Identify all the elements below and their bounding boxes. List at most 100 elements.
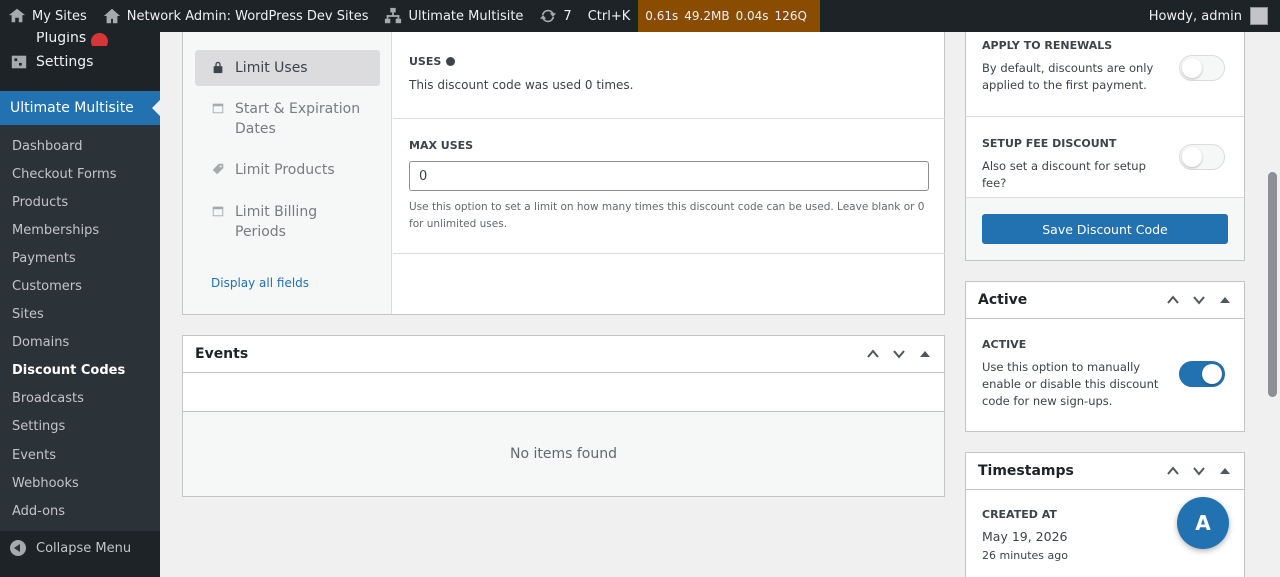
toggle-panel-icon[interactable] xyxy=(1212,287,1238,313)
sidebar-item-label: Plugins xyxy=(36,32,87,46)
discount-limits-panel: Limit Uses Start & Expiration Dates Limi… xyxy=(182,32,945,315)
admin-sidebar: Plugins Settings Ultimate Multisite Dash… xyxy=(0,32,160,577)
ai-assistant-button[interactable]: A xyxy=(1177,497,1229,549)
calendar-icon xyxy=(211,101,227,117)
tab-limit-uses[interactable]: Limit Uses xyxy=(195,50,380,86)
toggle-knob xyxy=(1202,364,1222,384)
network-admin-label: Network Admin: WordPress Dev Sites xyxy=(126,8,369,24)
sidebar-subitem-domains[interactable]: Domains xyxy=(0,329,160,357)
uses-field: USES This discount code was used 0 times… xyxy=(393,32,945,119)
toggle-panel-icon[interactable] xyxy=(1212,458,1238,484)
tag-icon xyxy=(211,162,227,178)
sidebar-subitem-memberships[interactable]: Memberships xyxy=(0,216,160,244)
uses-label: USES xyxy=(409,55,929,68)
display-all-fields-link[interactable]: Display all fields xyxy=(211,276,309,290)
updates-menu[interactable]: 7 xyxy=(531,0,579,32)
sidebar-subitem-customers[interactable]: Customers xyxy=(0,272,160,300)
apply-to-renewals-toggle[interactable] xyxy=(1179,55,1225,81)
account-menu[interactable]: Howdy, admin xyxy=(1149,7,1280,25)
events-header: Events xyxy=(183,336,944,373)
tab-start-expiration-dates[interactable]: Start & Expiration Dates xyxy=(195,91,380,147)
max-uses-field: MAX USES Use this option to set a limit … xyxy=(393,119,945,254)
scrollbar-thumb[interactable] xyxy=(1268,172,1277,397)
sidebar-subitem-broadcasts[interactable]: Broadcasts xyxy=(0,385,160,413)
network-icon xyxy=(384,7,402,25)
move-up-icon[interactable] xyxy=(1160,458,1186,484)
max-uses-label: MAX USES xyxy=(409,139,474,152)
events-panel: Events No items found xyxy=(182,335,945,497)
tab-limit-billing-periods[interactable]: Limit Billing Periods xyxy=(195,194,380,250)
update-badge xyxy=(91,33,109,46)
tab-label: Start & Expiration Dates xyxy=(235,101,361,137)
sidebar-subitem-payments[interactable]: Payments xyxy=(0,244,160,272)
sidebar-item-plugins[interactable]: Plugins xyxy=(0,32,160,46)
save-discount-code-button[interactable]: Save Discount Code xyxy=(982,214,1228,244)
save-panel: APPLY TO RENEWALS By default, discounts … xyxy=(965,32,1245,261)
active-toggle[interactable] xyxy=(1179,361,1225,387)
toggle-knob xyxy=(1182,147,1202,167)
sidebar-subitem-dashboard[interactable]: Dashboard xyxy=(0,132,160,160)
refresh-icon xyxy=(539,7,557,25)
collapse-menu-button[interactable]: Collapse Menu xyxy=(0,531,160,565)
command-palette-shortcut[interactable]: Ctrl+K xyxy=(580,0,639,32)
avatar xyxy=(1250,7,1268,25)
move-down-icon[interactable] xyxy=(1186,458,1212,484)
active-title: Active xyxy=(978,292,1028,308)
events-table-header xyxy=(183,373,944,412)
apply-to-renewals-label: APPLY TO RENEWALS xyxy=(982,39,1113,52)
timestamps-title: Timestamps xyxy=(978,463,1074,479)
my-sites-menu[interactable]: My Sites xyxy=(0,0,95,32)
move-down-icon[interactable] xyxy=(886,341,912,367)
sidebar-subitem-events[interactable]: Events xyxy=(0,441,160,469)
sidebar-subitem-products[interactable]: Products xyxy=(0,188,160,216)
collapse-label: Collapse Menu xyxy=(36,540,132,556)
uses-text: This discount code was used 0 times. xyxy=(409,78,634,92)
limits-tabs: Limit Uses Start & Expiration Dates Limi… xyxy=(183,32,392,314)
sidebar-subitem-checkout-forms[interactable]: Checkout Forms xyxy=(0,160,160,188)
sidebar-subitem-discount-codes[interactable]: Discount Codes xyxy=(0,357,160,385)
ultimate-multisite-label: Ultimate Multisite xyxy=(408,8,524,24)
move-up-icon[interactable] xyxy=(860,341,886,367)
sidebar-subitem-sites[interactable]: Sites xyxy=(0,301,160,329)
active-header: Active xyxy=(966,282,1244,319)
tab-label: Limit Billing Periods xyxy=(235,204,318,240)
max-uses-description: Use this option to set a limit on how ma… xyxy=(409,201,925,230)
sidebar-subitem-webhooks[interactable]: Webhooks xyxy=(0,469,160,497)
save-actions: Save Discount Code xyxy=(966,197,1244,260)
tab-label: Limit Products xyxy=(235,162,335,178)
toggle-panel-icon[interactable] xyxy=(912,341,938,367)
qm-queries: 126Q xyxy=(774,9,807,23)
my-sites-label: My Sites xyxy=(32,8,87,24)
max-uses-input[interactable] xyxy=(409,161,929,191)
move-up-icon[interactable] xyxy=(1160,287,1186,313)
ultimate-multisite-menu[interactable]: Ultimate Multisite xyxy=(376,0,531,32)
sidebar-item-label: Settings xyxy=(36,54,94,70)
page-scrollbar[interactable] xyxy=(1265,32,1280,577)
sidebar-submenu: Dashboard Checkout Forms Products Membershi… xyxy=(0,125,160,532)
active-description: Use this option to manually enable or di… xyxy=(982,360,1159,408)
toggle-knob xyxy=(1182,58,1202,78)
home-icon xyxy=(103,7,121,25)
setup-fee-discount-toggle[interactable] xyxy=(1179,144,1225,170)
created-at-relative: 26 minutes ago xyxy=(982,549,1068,562)
tab-limit-products[interactable]: Limit Products xyxy=(195,152,380,188)
updates-count: 7 xyxy=(563,8,572,24)
help-icon[interactable] xyxy=(446,57,456,66)
sidebar-subitem-settings[interactable]: Settings xyxy=(0,413,160,441)
active-panel: Active ACTIVE Use this option to manuall… xyxy=(965,281,1245,432)
network-admin-menu[interactable]: Network Admin: WordPress Dev Sites xyxy=(95,0,377,32)
query-monitor-stats[interactable]: 0.61s 49.2MB 0.04s 126Q xyxy=(638,0,820,32)
move-down-icon[interactable] xyxy=(1186,287,1212,313)
qm-time: 0.61s xyxy=(645,9,679,23)
events-empty-message: No items found xyxy=(183,412,944,496)
sidebar-subitem-add-ons[interactable]: Add-ons xyxy=(0,497,160,525)
sidebar-item-ultimate-multisite[interactable]: Ultimate Multisite xyxy=(0,91,160,130)
collapse-icon xyxy=(10,540,26,557)
qm-db-time: 0.04s xyxy=(735,9,769,23)
sidebar-item-settings[interactable]: Settings xyxy=(0,46,160,78)
events-title: Events xyxy=(195,346,249,362)
sites-icon xyxy=(8,7,26,25)
settings-icon xyxy=(10,53,30,71)
active-label: ACTIVE xyxy=(982,338,1027,351)
admin-bar: My Sites Network Admin: WordPress Dev Si… xyxy=(0,0,1280,32)
